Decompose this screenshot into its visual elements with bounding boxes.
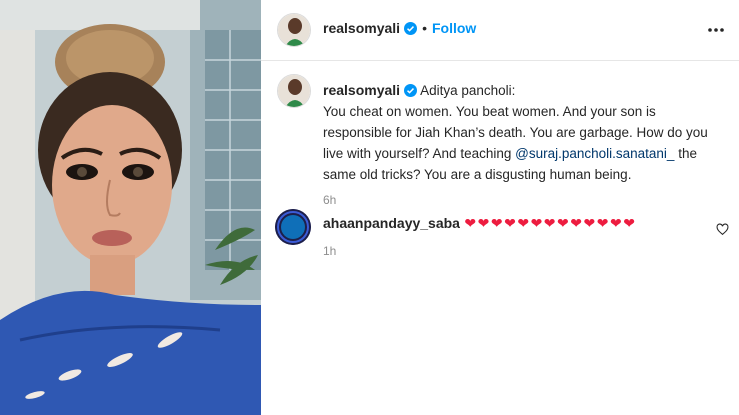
author-username[interactable]: realsomyali: [323, 20, 400, 36]
post-details: realsomyali • Follow realsomyali Aditya pa…: [261, 0, 739, 415]
commenter-avatar[interactable]: [275, 209, 311, 245]
more-options-icon[interactable]: [707, 22, 725, 38]
post-photo: [0, 0, 261, 415]
caption-text: realsomyali Aditya pancholi: You cheat o…: [323, 80, 715, 211]
header-separator: •: [422, 20, 427, 36]
author-avatar[interactable]: [277, 13, 311, 47]
follow-button[interactable]: Follow: [432, 20, 476, 36]
commenter-username[interactable]: ahaanpandayy_saba: [323, 215, 460, 231]
caption-username[interactable]: realsomyali: [323, 82, 400, 98]
comment-timestamp[interactable]: 1h: [323, 244, 336, 258]
header-user-row: realsomyali • Follow: [323, 20, 476, 38]
post-header: realsomyali • Follow: [261, 0, 739, 61]
post-photo-image: [0, 0, 261, 415]
comment-row: ahaanpandayy_saba ❤❤❤❤❤❤❤❤❤❤❤❤❤ 1h: [323, 213, 715, 262]
verified-badge-icon: [404, 84, 418, 97]
caption-mention-link[interactable]: @suraj.pancholi.sanatani_: [515, 146, 674, 161]
heart-outline-icon[interactable]: [716, 223, 729, 236]
caption-author-avatar[interactable]: [277, 74, 311, 108]
caption-timestamp[interactable]: 6h: [323, 193, 336, 207]
verified-badge-icon: [404, 22, 418, 35]
comment-hearts: ❤❤❤❤❤❤❤❤❤❤❤❤❤: [464, 215, 637, 231]
caption-title: Aditya pancholi:: [420, 83, 516, 98]
